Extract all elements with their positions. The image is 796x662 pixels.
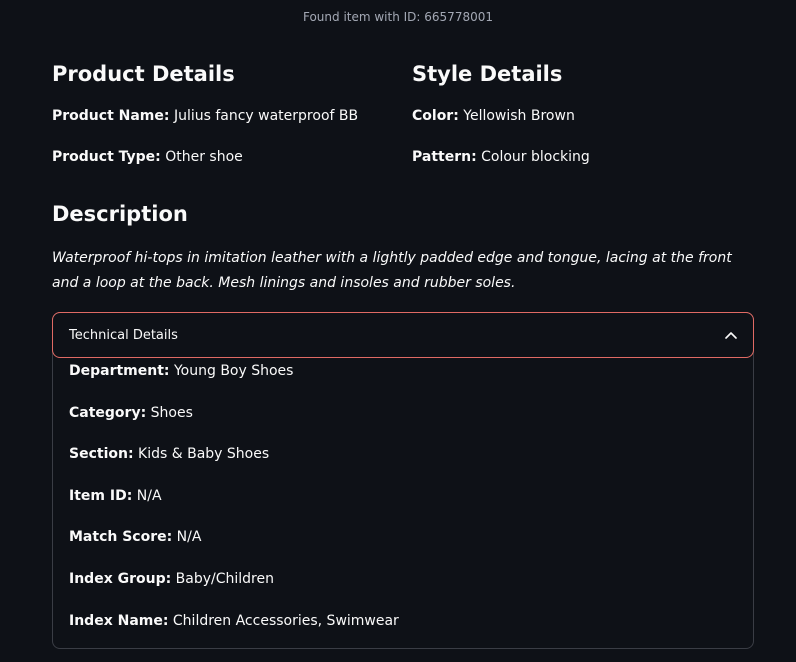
description-text: Waterproof hi-tops in imitation leather … [52,250,732,291]
product-name-label: Product Name: [52,108,170,124]
item-id-label: Item ID: [69,487,133,504]
product-details-section: Product Details Product Name: Julius fan… [52,60,392,188]
color-value: Yellowish Brown [463,108,575,124]
style-details-section: Style Details Color: Yellowish Brown Pat… [412,60,752,188]
category-value: Shoes [150,404,193,421]
pattern-label: Pattern: [412,149,477,165]
list-item: Section: Kids & Baby Shoes [69,444,737,464]
technical-details-expander: Technical Details Department: Young Boy … [52,312,754,649]
technical-details-title: Technical Details [69,327,178,343]
list-item: Category: Shoes [69,403,737,423]
list-item: Index Name: Children Accessories, Swimwe… [69,611,737,631]
product-type-value: Other shoe [165,149,243,165]
product-type-label: Product Type: [52,149,161,165]
section-value: Kids & Baby Shoes [138,446,270,463]
index-group-label: Index Group: [69,570,172,587]
department-value: Young Boy Shoes [173,363,294,379]
list-item: Index Group: Baby/Children [69,569,737,589]
color-field: Color: Yellowish Brown [412,106,752,126]
category-label: Category: [69,404,147,421]
match-score-value: N/A [176,529,202,546]
match-score-label: Match Score: [69,529,173,546]
color-label: Color: [412,108,459,124]
department-label: Department: [69,363,170,379]
chevron-up-icon [725,331,737,339]
technical-details-toggle[interactable]: Technical Details [52,312,754,358]
list-item: Item ID: N/A [69,486,737,506]
style-details-heading: Style Details [412,62,563,86]
product-name-value: Julius fancy waterproof BB [173,108,359,124]
index-group-value: Baby/Children [175,570,274,587]
description-heading: Description [52,202,188,226]
pattern-field: Pattern: Colour blocking [412,147,752,167]
index-name-value: Children Accessories, Swimwear [172,612,399,629]
section-label: Section: [69,446,134,463]
product-details-heading: Product Details [52,62,235,86]
status-caption: Found item with ID: 665778001 [302,10,493,24]
pattern-value: Colour blocking [481,149,590,165]
list-item: Match Score: N/A [69,527,737,547]
index-name-label: Index Name: [69,612,169,629]
list-item: Department: Young Boy Shoes [69,361,737,381]
product-type-field: Product Type: Other shoe [52,147,392,167]
product-name-field: Product Name: Julius fancy waterproof BB [52,106,392,126]
item-id-value: N/A [136,487,162,504]
technical-details-body: Department: Young Boy Shoes Category: Sh… [69,361,737,652]
